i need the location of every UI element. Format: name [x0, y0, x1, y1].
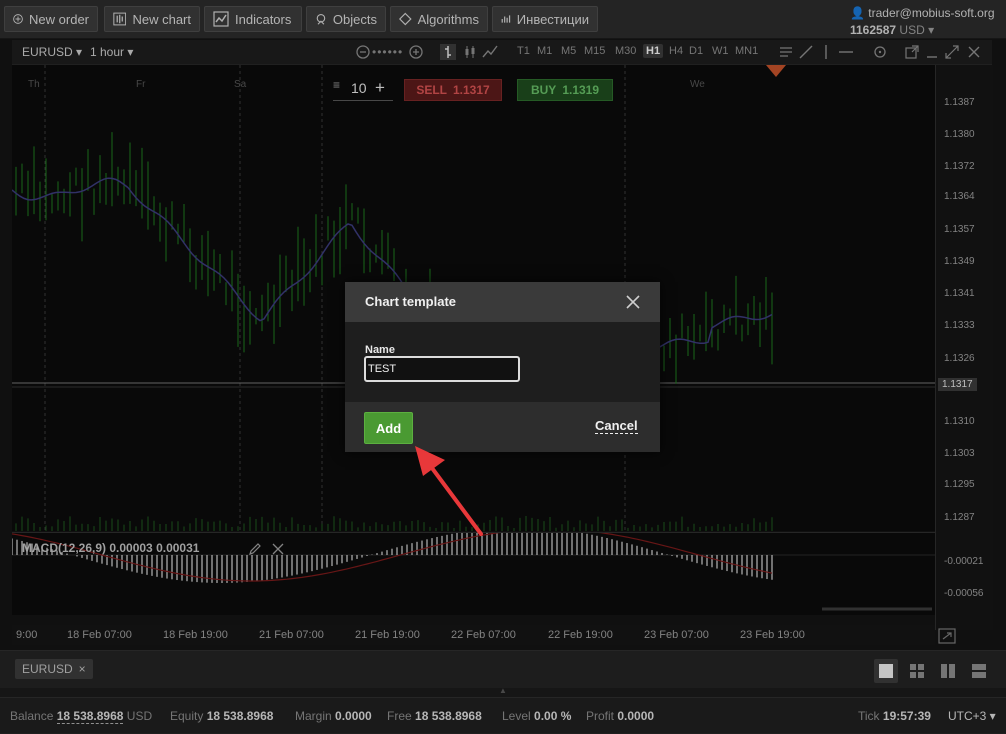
annotation-arrow [415, 446, 483, 536]
chart-template-dialog: Chart template Name Add Cancel [345, 282, 660, 452]
dialog-title: Chart template [365, 294, 457, 309]
close-icon[interactable] [625, 294, 641, 310]
template-name-input[interactable] [364, 356, 520, 382]
dialog-footer: Add Cancel [345, 402, 660, 452]
name-label: Name [365, 344, 395, 356]
dialog-body: Name [345, 322, 660, 402]
dialog-header: Chart template [345, 282, 660, 322]
cancel-button[interactable]: Cancel [595, 419, 638, 434]
